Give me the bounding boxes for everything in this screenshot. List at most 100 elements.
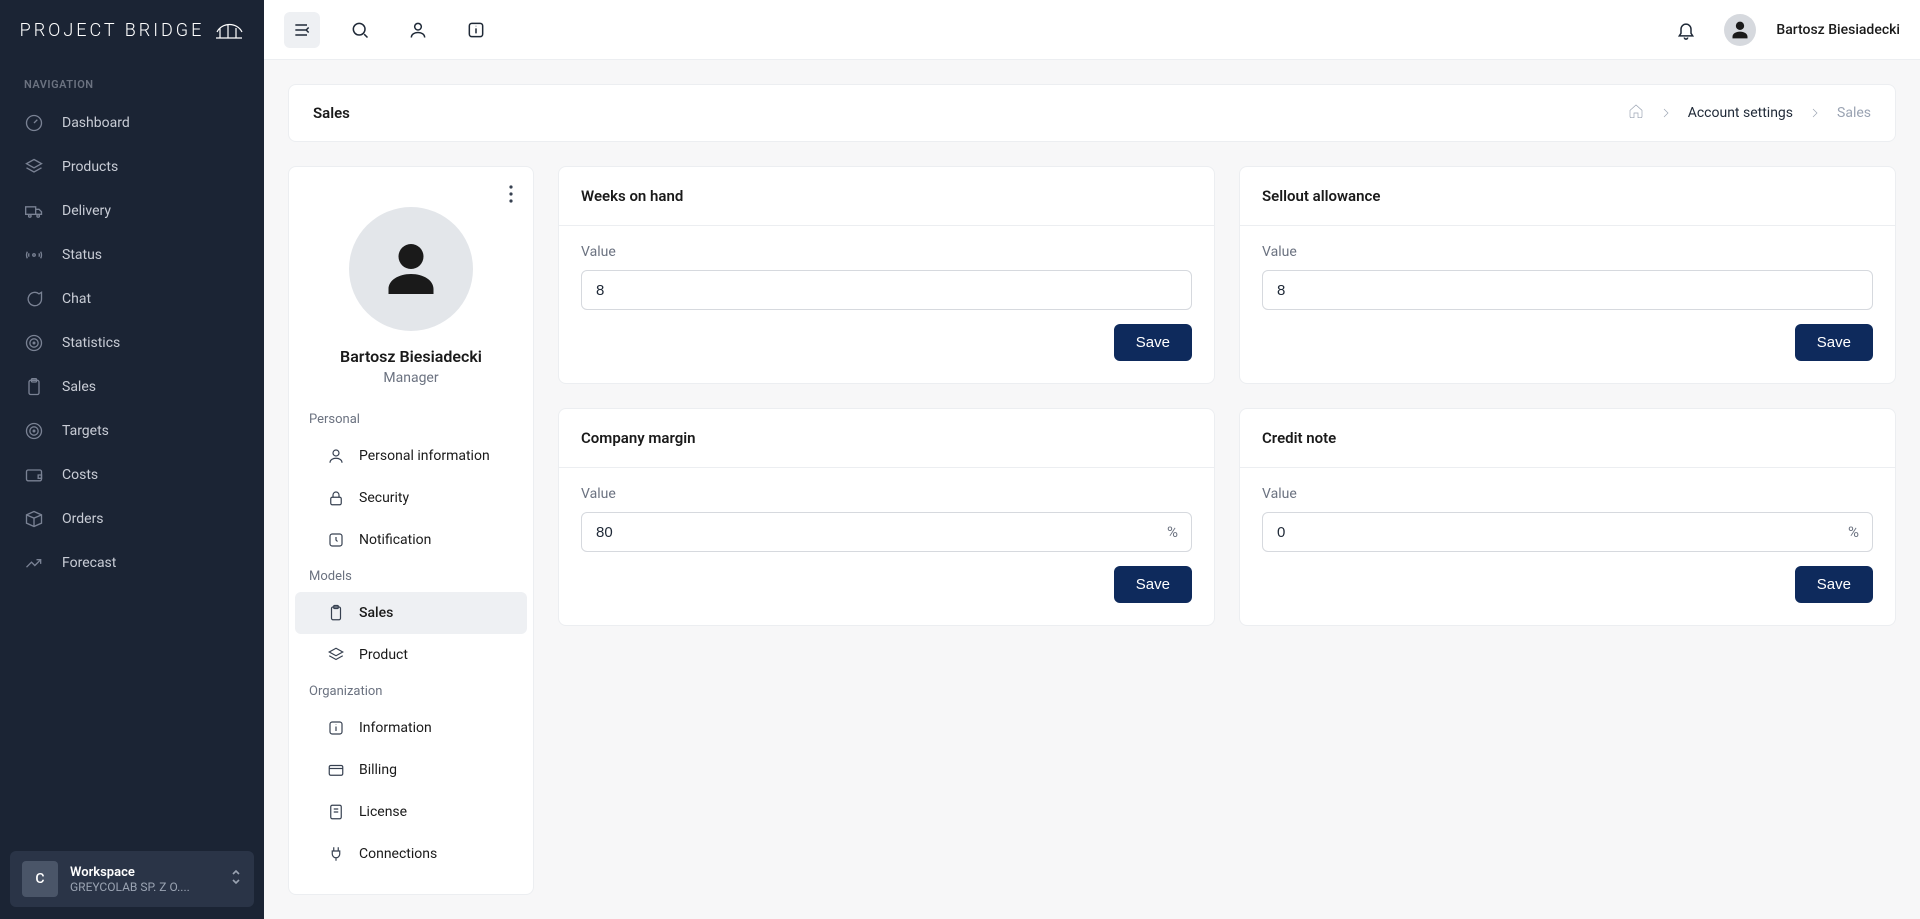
card-weeks-on-hand: Weeks on hand Value Save <box>558 166 1215 384</box>
sub-item-label: Connections <box>359 846 437 862</box>
truck-icon <box>24 201 44 221</box>
sidebar-item-delivery[interactable]: Delivery <box>0 189 264 233</box>
chevron-right-icon <box>1658 105 1674 121</box>
sub-item-label: Sales <box>359 605 393 621</box>
chat-icon <box>24 289 44 309</box>
save-button[interactable]: Save <box>1795 324 1873 361</box>
save-button[interactable]: Save <box>1795 566 1873 603</box>
bridge-icon <box>214 18 244 42</box>
save-button[interactable]: Save <box>1114 566 1192 603</box>
nav-list: Dashboard Products Delivery Status Chat Stati… <box>0 101 264 841</box>
sidebar-item-chat[interactable]: Chat <box>0 277 264 321</box>
sidebar-item-statistics[interactable]: Statistics <box>0 321 264 365</box>
nav-label: Sales <box>62 379 96 395</box>
sub-item-connections[interactable]: Connections <box>295 833 527 875</box>
layers-icon <box>327 646 345 664</box>
plug-icon <box>327 845 345 863</box>
sub-item-security[interactable]: Security <box>295 477 527 519</box>
sidebar: PROJECT BRIDGE NAVIGATION Dashboard Produ… <box>0 0 264 919</box>
nav-label: Products <box>62 159 118 175</box>
sub-item-sales[interactable]: Sales <box>295 592 527 634</box>
workspace-subtitle: GREYCOLAB SP. Z O.... <box>70 880 218 894</box>
nav-label: Delivery <box>62 203 111 219</box>
collapse-sidebar-button[interactable] <box>284 12 320 48</box>
card-title: Company margin <box>559 409 1214 468</box>
section-models: Models <box>289 561 533 592</box>
sub-item-license[interactable]: License <box>295 791 527 833</box>
user-name[interactable]: Bartosz Biesiadecki <box>1776 22 1900 38</box>
weeks-on-hand-input[interactable] <box>581 270 1192 310</box>
card-sellout-allowance: Sellout allowance Value Save <box>1239 166 1896 384</box>
workspace-avatar: C <box>22 861 58 897</box>
chevron-right-icon <box>1807 105 1823 121</box>
field-label: Value <box>581 244 1192 260</box>
field-label: Value <box>1262 244 1873 260</box>
nav-heading: NAVIGATION <box>0 60 264 101</box>
page-title: Sales <box>313 104 350 122</box>
brand-text: PROJECT BRIDGE <box>20 20 205 41</box>
search-button[interactable] <box>342 12 378 48</box>
notifications-button[interactable] <box>1668 12 1704 48</box>
save-button[interactable]: Save <box>1114 324 1192 361</box>
nav-label: Forecast <box>62 555 116 571</box>
company-margin-input[interactable] <box>581 512 1192 552</box>
percent-suffix: % <box>1848 523 1859 541</box>
sub-item-billing[interactable]: Billing <box>295 749 527 791</box>
wallet-icon <box>24 465 44 485</box>
sidebar-item-sales[interactable]: Sales <box>0 365 264 409</box>
card-icon <box>327 761 345 779</box>
sidebar-item-dashboard[interactable]: Dashboard <box>0 101 264 145</box>
sidebar-item-forecast[interactable]: Forecast <box>0 541 264 585</box>
sidebar-item-orders[interactable]: Orders <box>0 497 264 541</box>
target-icon <box>24 421 44 441</box>
profile-button[interactable] <box>400 12 436 48</box>
clipboard-icon <box>24 377 44 397</box>
card-company-margin: Company margin Value % Save <box>558 408 1215 626</box>
layers-icon <box>24 157 44 177</box>
sidebar-item-costs[interactable]: Costs <box>0 453 264 497</box>
user-avatar[interactable] <box>1724 14 1756 46</box>
sub-item-label: Notification <box>359 532 431 548</box>
more-options-button[interactable] <box>509 185 513 207</box>
breadcrumb-home[interactable] <box>1628 103 1644 123</box>
section-personal: Personal <box>289 404 533 435</box>
sub-item-product[interactable]: Product <box>295 634 527 676</box>
breadcrumb-account-settings[interactable]: Account settings <box>1688 105 1793 121</box>
license-icon <box>327 803 345 821</box>
credit-note-input[interactable] <box>1262 512 1873 552</box>
lock-icon <box>327 489 345 507</box>
info-icon <box>327 719 345 737</box>
sidebar-item-products[interactable]: Products <box>0 145 264 189</box>
sub-item-label: License <box>359 804 407 820</box>
topbar: Bartosz Biesiadecki <box>264 0 1920 60</box>
card-title: Sellout allowance <box>1240 167 1895 226</box>
clipboard-icon <box>327 604 345 622</box>
sub-item-label: Billing <box>359 762 397 778</box>
nav-label: Targets <box>62 423 109 439</box>
breadcrumb-current: Sales <box>1837 105 1871 121</box>
info-button[interactable] <box>458 12 494 48</box>
sub-item-label: Information <box>359 720 432 736</box>
nav-label: Statistics <box>62 335 120 351</box>
sub-item-personal-information[interactable]: Personal information <box>295 435 527 477</box>
target-icon <box>24 333 44 353</box>
workspace-switcher[interactable]: C Workspace GREYCOLAB SP. Z O.... <box>10 851 254 907</box>
sellout-allowance-input[interactable] <box>1262 270 1873 310</box>
sidebar-item-targets[interactable]: Targets <box>0 409 264 453</box>
broadcast-icon <box>24 245 44 265</box>
profile-name: Bartosz Biesiadecki <box>289 347 533 366</box>
sub-item-label: Security <box>359 490 409 506</box>
sub-item-notification[interactable]: Notification <box>295 519 527 561</box>
field-label: Value <box>1262 486 1873 502</box>
sub-item-information[interactable]: Information <box>295 707 527 749</box>
brand: PROJECT BRIDGE <box>0 0 264 60</box>
card-title: Credit note <box>1240 409 1895 468</box>
nav-label: Dashboard <box>62 115 130 131</box>
trend-icon <box>24 553 44 573</box>
sidebar-item-status[interactable]: Status <box>0 233 264 277</box>
nav-label: Status <box>62 247 102 263</box>
card-title: Weeks on hand <box>559 167 1214 226</box>
percent-suffix: % <box>1167 523 1178 541</box>
nav-label: Chat <box>62 291 91 307</box>
gauge-icon <box>24 113 44 133</box>
